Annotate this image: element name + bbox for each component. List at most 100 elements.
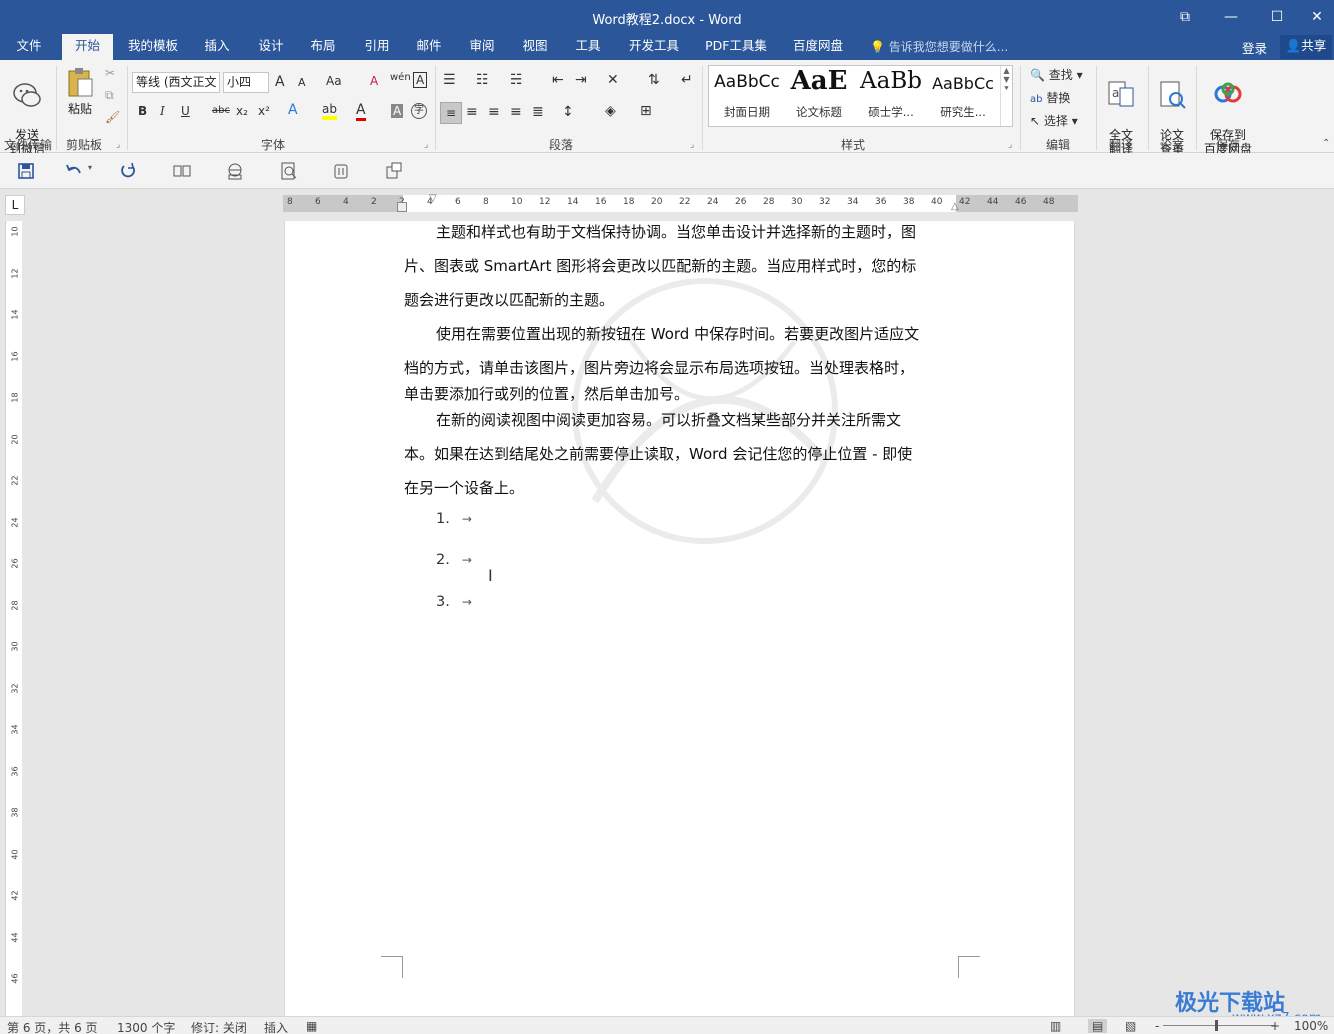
shrink-font-button[interactable]: A: [298, 76, 306, 89]
read-view-icon[interactable]: ▥: [1050, 1019, 1061, 1033]
change-case-button[interactable]: Aa: [326, 74, 342, 88]
styles-launcher-icon[interactable]: ⌟: [1008, 140, 1012, 150]
undo-icon[interactable]: [64, 161, 84, 181]
redo-icon[interactable]: [118, 161, 138, 181]
font-color-icon[interactable]: A: [356, 102, 366, 121]
tab-review[interactable]: 审阅: [461, 34, 503, 60]
zoom-slider-handle[interactable]: [1215, 1020, 1218, 1031]
ribbon-display-icon[interactable]: ⧉: [1162, 4, 1208, 30]
tell-me-box[interactable]: 💡 告诉我您想要做什么...: [870, 38, 1008, 55]
tab-insert[interactable]: 插入: [196, 34, 238, 60]
phonetic-guide-icon[interactable]: wén: [390, 72, 411, 83]
strikethrough-button[interactable]: abc: [212, 105, 230, 116]
font-size-combo[interactable]: 小四: [223, 72, 269, 93]
customize-qat-icon[interactable]: [384, 161, 404, 181]
line-spacing-icon[interactable]: ↕: [562, 104, 574, 120]
select-button[interactable]: ↖ 选择 ▾: [1030, 112, 1078, 129]
tab-references[interactable]: 引用: [356, 34, 398, 60]
chinese-layout-icon[interactable]: ✕: [607, 72, 619, 88]
right-indent-marker[interactable]: △: [951, 201, 959, 212]
align-center-button[interactable]: ≡: [466, 104, 478, 120]
font-name-combo[interactable]: 等线 (西文正文: [132, 72, 220, 93]
tab-view[interactable]: 视图: [514, 34, 556, 60]
web-layout-icon[interactable]: [225, 161, 245, 181]
document-page[interactable]: 主题和样式也有助于文档保持协调。当您单击设计并选择新的主题时，图 片、图表或 S…: [284, 221, 1075, 1021]
increase-indent-icon[interactable]: ⇥: [575, 72, 587, 88]
tab-design[interactable]: 设计: [250, 34, 292, 60]
replace-button[interactable]: ab 替换: [1030, 89, 1070, 106]
text-effects-icon[interactable]: A: [288, 102, 298, 118]
collapse-ribbon-icon[interactable]: ⌃: [1322, 138, 1330, 149]
grow-font-button[interactable]: A: [275, 74, 285, 90]
subscript-button[interactable]: x₂: [236, 104, 248, 118]
tab-stop-selector[interactable]: L: [5, 195, 25, 215]
zoom-slider[interactable]: [1163, 1025, 1275, 1026]
clear-format-icon[interactable]: A: [370, 74, 378, 88]
share-button[interactable]: 👤共享: [1280, 35, 1332, 59]
print-preview-icon[interactable]: [279, 161, 299, 181]
char-shading-icon[interactable]: A: [391, 104, 404, 118]
tab-file[interactable]: 文件: [5, 34, 53, 60]
bullets-icon[interactable]: ☰: [443, 72, 456, 88]
vertical-scrollbar[interactable]: [1328, 195, 1334, 1015]
underline-button[interactable]: U: [181, 104, 190, 118]
numbering-icon[interactable]: ☷: [476, 72, 489, 88]
style-paper-title[interactable]: AaE 论文标题: [783, 66, 855, 126]
borders-icon[interactable]: ⊞: [640, 103, 652, 119]
zoom-out-button[interactable]: -: [1155, 1019, 1159, 1033]
bold-button[interactable]: B: [138, 104, 147, 118]
maximize-icon[interactable]: ☐: [1254, 4, 1300, 30]
sort-icon[interactable]: ⇅: [648, 72, 660, 88]
zoom-level[interactable]: 100%: [1294, 1019, 1328, 1033]
web-view-icon[interactable]: ▧: [1125, 1019, 1136, 1033]
copy-icon[interactable]: ⧉: [105, 88, 114, 103]
style-master[interactable]: AaBb 硕士学...: [855, 66, 927, 126]
zoom-in-button[interactable]: +: [1270, 1019, 1280, 1033]
show-marks-icon[interactable]: ↵: [681, 72, 693, 88]
tab-my-templates[interactable]: 我的模板: [120, 34, 186, 60]
highlight-icon[interactable]: ab: [322, 102, 337, 120]
page-count[interactable]: 第 6 页，共 6 页: [7, 1019, 98, 1034]
touch-mode-icon[interactable]: [331, 161, 351, 181]
close-icon[interactable]: ✕: [1300, 4, 1334, 30]
clipboard-launcher-icon[interactable]: ⌟: [116, 140, 120, 150]
superscript-button[interactable]: x²: [258, 104, 270, 118]
undo-dropdown-icon[interactable]: ▾: [88, 163, 108, 183]
tab-pdf-tools[interactable]: PDF工具集: [700, 34, 772, 60]
char-border-icon[interactable]: A: [413, 72, 428, 88]
save-icon[interactable]: [16, 161, 36, 181]
word-count[interactable]: 1300 个字: [117, 1019, 175, 1034]
multilevel-list-icon[interactable]: ☵: [510, 72, 523, 88]
align-left-button[interactable]: ≡: [440, 102, 462, 124]
align-right-button[interactable]: ≡: [488, 104, 500, 120]
tab-baidu-netdisk[interactable]: 百度网盘: [786, 34, 850, 60]
enclose-char-icon[interactable]: 字: [411, 103, 427, 119]
horizontal-ruler[interactable]: 8642246810121416182022242628303234363840…: [283, 193, 1078, 212]
italic-button[interactable]: I: [160, 104, 165, 118]
read-mode-icon[interactable]: [172, 161, 192, 181]
macro-record-icon[interactable]: ▦: [306, 1019, 317, 1033]
distributed-button[interactable]: ≣: [532, 104, 544, 120]
tab-home[interactable]: 开始: [62, 34, 113, 60]
insert-mode[interactable]: 插入: [264, 1019, 288, 1034]
login-link[interactable]: 登录: [1242, 38, 1267, 57]
shading-icon[interactable]: ◈: [605, 103, 616, 119]
tab-layout[interactable]: 布局: [302, 34, 344, 60]
justify-button[interactable]: ≡: [510, 104, 522, 120]
find-button[interactable]: 🔍 查找 ▾: [1030, 66, 1083, 83]
vertical-ruler[interactable]: 1012141618202224262830323436384042444648: [5, 221, 22, 1025]
minimize-icon[interactable]: —: [1208, 4, 1254, 30]
style-cover-date[interactable]: AaBbCc 封面日期: [711, 66, 783, 126]
tab-tools[interactable]: 工具: [567, 34, 609, 60]
print-layout-icon[interactable]: ▤: [1088, 1019, 1108, 1033]
paragraph-launcher-icon[interactable]: ⌟: [690, 140, 694, 150]
paste-button[interactable]: 粘贴: [62, 66, 98, 116]
format-painter-icon[interactable]: 🖌: [105, 110, 120, 124]
styles-scroll[interactable]: ▲ ▼ ⯆: [1000, 66, 1012, 126]
tab-developer[interactable]: 开发工具: [622, 34, 686, 60]
style-graduate[interactable]: AaBbCc 研究生...: [927, 66, 999, 126]
font-launcher-icon[interactable]: ⌟: [424, 140, 428, 150]
first-line-indent-marker[interactable]: ▽: [429, 193, 437, 204]
left-indent-marker[interactable]: [397, 202, 407, 212]
cut-icon[interactable]: ✂: [105, 66, 115, 80]
